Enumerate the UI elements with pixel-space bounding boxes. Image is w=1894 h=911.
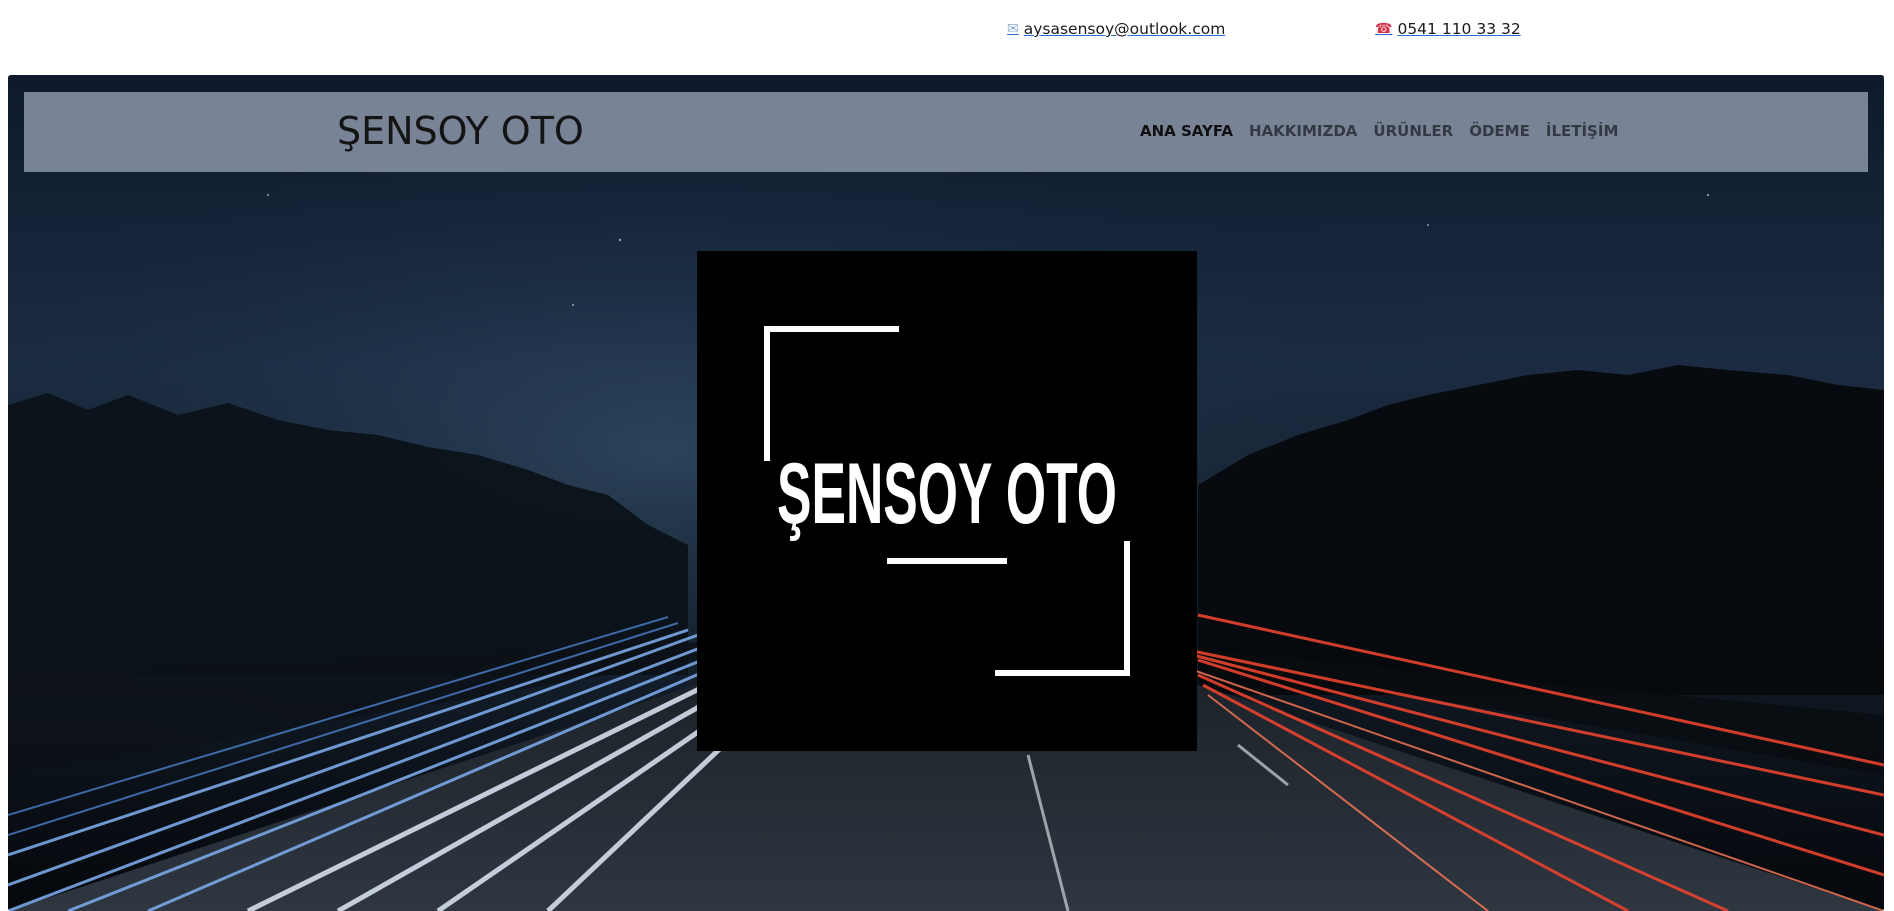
top-contact-bar: ✉ aysasensoy@outlook.com ☎ 0541 110 33 3… — [0, 0, 1894, 72]
brand-logo: ŞENSOY OTO — [697, 251, 1197, 751]
phone-text: 0541 110 33 32 — [1397, 20, 1521, 38]
nav-item-hakkimizda[interactable]: HAKKIMIZDA — [1249, 122, 1357, 140]
nav-item-ana-sayfa[interactable]: ANA SAYFA — [1140, 122, 1233, 140]
telephone-icon: ☎ — [1375, 21, 1393, 37]
main-navbar: ŞENSOY OTO ANA SAYFA HAKKIMIZDA ÜRÜNLER … — [24, 92, 1868, 172]
nav-item-odeme[interactable]: ÖDEME — [1469, 122, 1530, 140]
logo-graphic: ŞENSOY OTO — [764, 326, 1130, 676]
envelope-icon: ✉ — [1007, 21, 1019, 37]
email-text: aysasensoy@outlook.com — [1023, 20, 1226, 38]
hero-section: ŞENSOY OTO ANA SAYFA HAKKIMIZDA ÜRÜNLER … — [8, 75, 1884, 911]
nav-item-urunler[interactable]: ÜRÜNLER — [1373, 122, 1453, 140]
brand-title[interactable]: ŞENSOY OTO — [337, 109, 584, 153]
email-link[interactable]: ✉ aysasensoy@outlook.com — [1007, 20, 1225, 38]
nav-item-iletisim[interactable]: İLETİŞİM — [1546, 122, 1619, 140]
phone-link[interactable]: ☎ 0541 110 33 32 — [1375, 20, 1521, 38]
nav-menu: ANA SAYFA HAKKIMIZDA ÜRÜNLER ÖDEME İLETİ… — [1140, 122, 1634, 140]
logo-text: ŞENSOY OTO — [777, 446, 1117, 542]
